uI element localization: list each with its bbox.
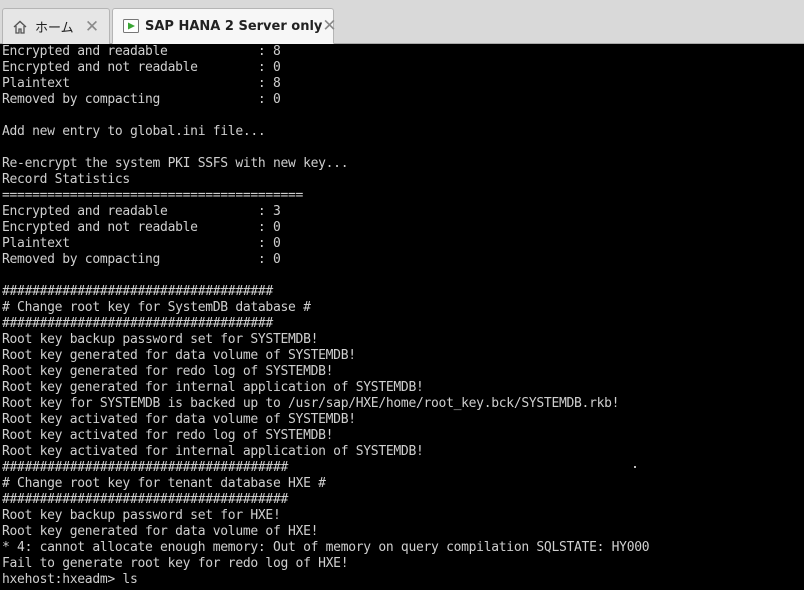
vm-play-icon [123,17,139,35]
home-icon [11,18,29,36]
vm-console-terminal[interactable]: Encrypted and readable : 8 Encrypted and … [0,44,804,590]
terminal-line: Root key activated for internal applicat… [2,444,424,459]
terminal-line: Root key activated for redo log of SYSTE… [2,428,334,443]
terminal-line: Fail to generate root key for redo log o… [2,556,349,571]
tab-sap-hana-label: SAP HANA 2 Server only [145,18,323,34]
vmware-window: ホーム ✕ SAP HANA 2 Server only ✕ Encrypted… [0,0,804,590]
terminal-line: Root key generated for redo log of SYSTE… [2,364,334,379]
terminal-line: Root key generated for internal applicat… [2,380,424,395]
terminal-line: ###################################### [2,492,289,507]
terminal-line: Root key backup password set for HXE! [2,508,281,523]
terminal-line: Encrypted and readable : 8 [2,44,281,59]
terminal-line: Plaintext : 8 [2,76,281,91]
terminal-line: Root key activated for data volume of SY… [2,412,356,427]
terminal-line: Encrypted and readable : 3 [2,204,281,219]
terminal-line: Add new entry to global.ini file... [2,124,266,139]
tab-sap-hana-server[interactable]: SAP HANA 2 Server only ✕ [112,8,337,44]
terminal-line: Removed by compacting : 0 [2,92,281,107]
terminal-line: ======================================== [2,188,304,203]
terminal-line: Root key for SYSTEMDB is backed up to /u… [2,396,620,411]
tab-sap-hana-close-icon[interactable]: ✕ [322,15,336,37]
terminal-line: Re-encrypt the system PKI SSFS with new … [2,156,349,171]
terminal-line: # Change root key for SystemDB database … [2,300,311,315]
tab-home-close-icon[interactable]: ✕ [81,16,103,38]
terminal-line: Plaintext : 0 [2,236,281,251]
terminal-line: Record Statistics [2,172,130,187]
terminal-line: hxehost:hxeadm> ls [2,572,138,587]
tab-home-label: ホーム [35,21,74,36]
terminal-line: Root key generated for data volume of HX… [2,524,319,539]
terminal-line: Root key backup password set for SYSTEMD… [2,332,319,347]
tab-home[interactable]: ホーム ✕ [2,8,110,44]
console-artifact [634,466,636,468]
terminal-line: Removed by compacting : 0 [2,252,281,267]
terminal-line: Root key generated for data volume of SY… [2,348,356,363]
terminal-line: #################################### [2,316,273,331]
terminal-line: Encrypted and not readable : 0 [2,220,281,235]
terminal-line: # Change root key for tenant database HX… [2,476,326,491]
terminal-line: * 4: cannot allocate enough memory: Out … [2,540,650,555]
terminal-line: Encrypted and not readable : 0 [2,60,281,75]
terminal-line: #################################### [2,284,273,299]
terminal-line: ###################################### [2,460,289,475]
tab-bar: ホーム ✕ SAP HANA 2 Server only ✕ [0,0,804,44]
